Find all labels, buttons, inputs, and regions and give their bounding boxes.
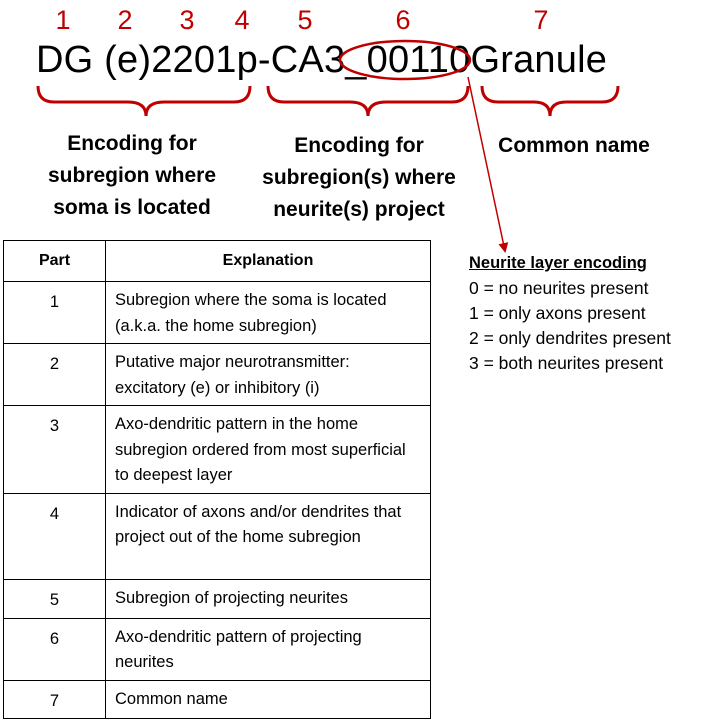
table-row: 2 Putative major neurotransmitter: excit… (3, 343, 431, 406)
caption-common-name: Common name (498, 134, 650, 157)
part-number-4: 4 (234, 5, 250, 35)
code-segment-projection-indicator: p (236, 39, 258, 81)
table-header-row: Part Explanation (3, 240, 431, 282)
caption-neurite-subregion: Encoding for subregion(s) where neurite(… (262, 134, 456, 221)
part-number-5: 5 (297, 5, 313, 35)
legend-item: 3 = both neurites present (469, 353, 664, 373)
header-explanation: Explanation (105, 240, 431, 282)
neuron-name-code: DG (e)2201p-CA3_00110Granule (36, 38, 607, 82)
legend-item: 1 = only axons present (469, 303, 646, 323)
neurite-layer-legend: Neurite layer encoding 0 = no neurites p… (469, 251, 671, 376)
row-explanation: Subregion of projecting neurites (105, 578, 431, 619)
code-segment-projecting-pattern: _00110 (345, 39, 471, 81)
legend-item: 0 = no neurites present (469, 278, 649, 298)
row-explanation: Putative major neurotransmitter: excitat… (105, 343, 431, 406)
row-explanation: Common name (105, 679, 431, 719)
part-number-7: 7 (533, 5, 549, 35)
legend-item: 2 = only dendrites present (469, 328, 671, 348)
part-number-3: 3 (179, 5, 195, 35)
row-explanation: Axo-dendritic pattern of projecting neur… (105, 617, 431, 681)
table-row: 7 Common name (3, 679, 431, 719)
row-part-number: 5 (3, 578, 106, 619)
row-part-number: 4 (3, 492, 106, 580)
row-part-number: 6 (3, 617, 106, 681)
brace-common-name (480, 85, 620, 117)
header-part: Part (3, 240, 106, 282)
row-part-number: 2 (3, 343, 106, 406)
row-explanation: Indicator of axons and/or dendrites that… (105, 492, 431, 580)
table-row: 4 Indicator of axons and/or dendrites th… (3, 492, 431, 580)
code-segment-projecting-subregion: -CA3 (257, 39, 346, 81)
part-number-2: 2 (117, 5, 133, 35)
row-part-number: 7 (3, 679, 106, 719)
row-part-number: 1 (3, 281, 106, 344)
table-row: 3 Axo-dendritic pattern in the home subr… (3, 405, 431, 494)
table-row: 5 Subregion of projecting neurites (3, 578, 431, 619)
code-segment-home-pattern: 2201 (151, 39, 237, 81)
code-segment-common-name: Granule (470, 39, 608, 81)
parts-explanation-table: Part Explanation 1 Subregion where the s… (3, 240, 431, 719)
legend-title: Neurite layer encoding (469, 254, 647, 272)
part-number-6: 6 (395, 5, 411, 35)
part-number-1: 1 (55, 5, 71, 35)
row-explanation: Subregion where the soma is located (a.k… (105, 281, 431, 344)
row-part-number: 3 (3, 405, 106, 494)
table-row: 1 Subregion where the soma is located (a… (3, 281, 431, 344)
table-row: 6 Axo-dendritic pattern of projecting ne… (3, 617, 431, 681)
brace-neurite (266, 85, 470, 117)
row-explanation: Axo-dendritic pattern in the home subreg… (105, 405, 431, 494)
caption-soma-subregion: Encoding for subregion where soma is loc… (47, 132, 217, 219)
brace-soma (36, 85, 252, 117)
code-segment-neurotransmitter: (e) (93, 39, 152, 81)
code-segment-subregion: DG (36, 39, 94, 81)
